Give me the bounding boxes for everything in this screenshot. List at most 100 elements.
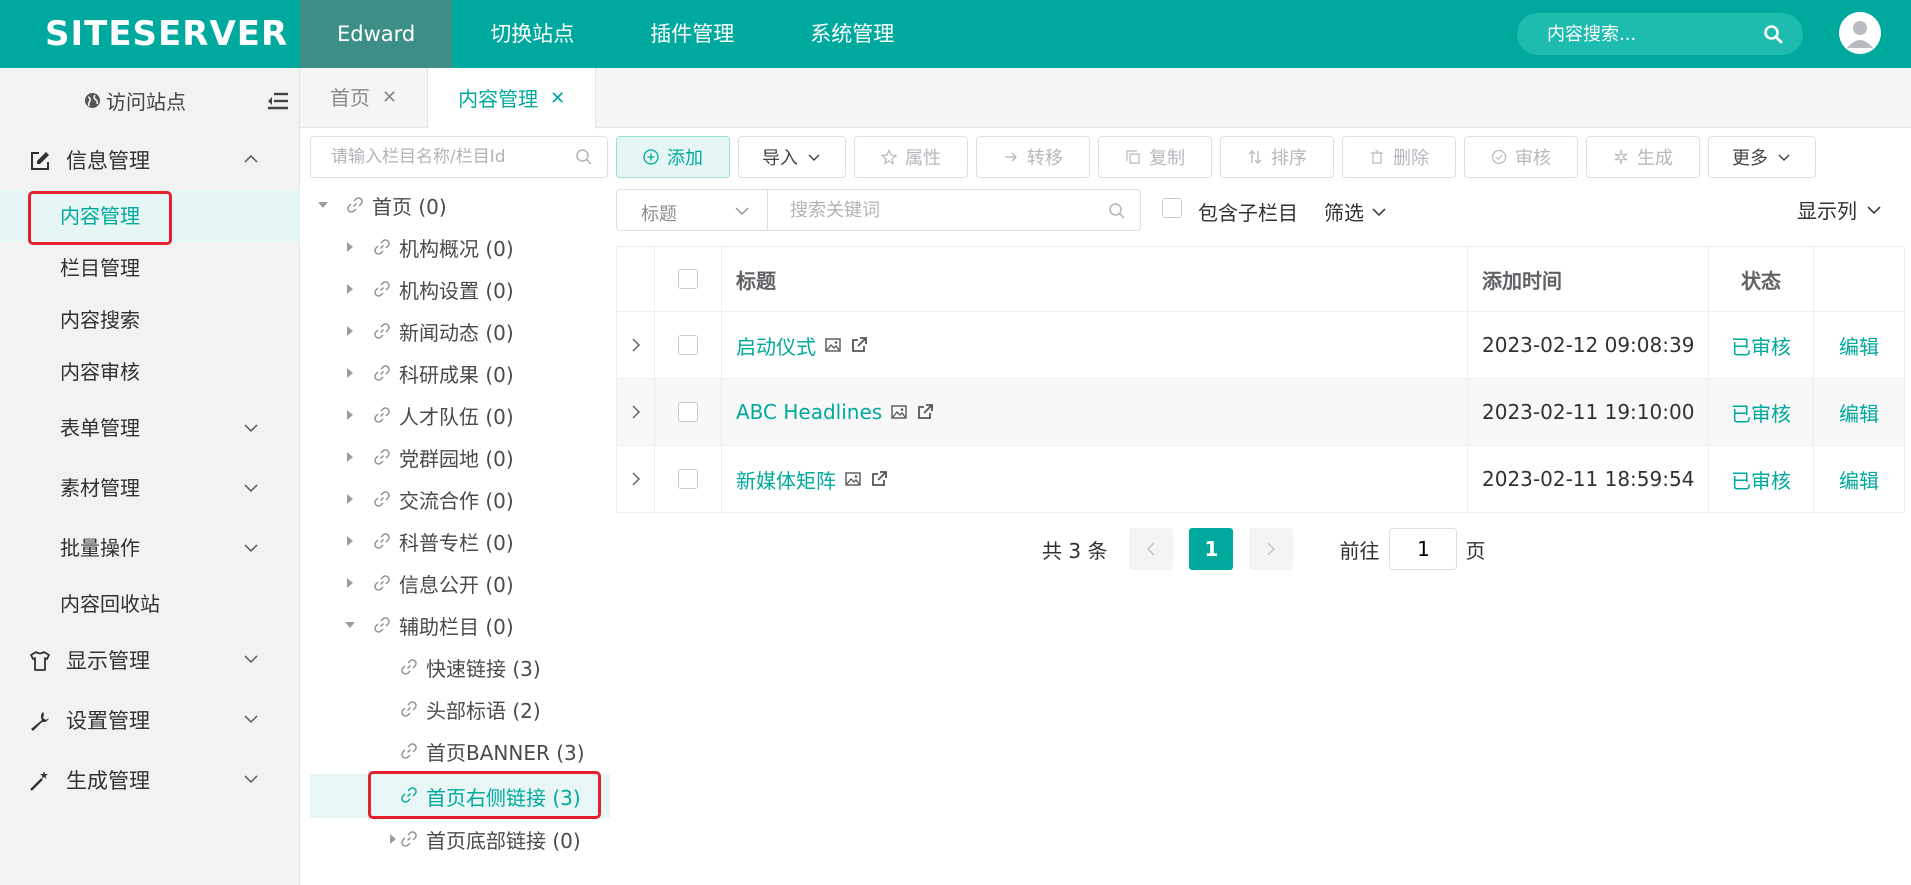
user-avatar[interactable]: [1839, 12, 1881, 54]
sidebar-item-content-manage[interactable]: 内容管理: [0, 190, 300, 242]
tree-node-header-slogan[interactable]: 头部标语 (2): [310, 688, 610, 730]
table-row[interactable]: ABC Headlines 2023-02-11 19:10:00 已审核 编辑: [617, 379, 1905, 446]
search-icon[interactable]: [575, 148, 593, 166]
more-button[interactable]: 更多: [1708, 136, 1816, 178]
menu-group-settings[interactable]: 设置管理: [0, 690, 300, 750]
tree-node-news[interactable]: 新闻动态 (0): [310, 310, 610, 352]
add-button[interactable]: 添加: [616, 136, 730, 178]
search-icon[interactable]: [1108, 202, 1126, 220]
edit-link[interactable]: 编辑: [1814, 446, 1905, 512]
delete-button[interactable]: 删除: [1342, 136, 1456, 178]
sidebar-item-batch-ops[interactable]: 批量操作: [0, 518, 300, 578]
select-all-checkbox[interactable]: [678, 269, 698, 289]
table-row[interactable]: 新媒体矩阵 2023-02-11 18:59:54 已审核 编辑: [617, 446, 1905, 513]
tree-node-info-public[interactable]: 信息公开 (0): [310, 562, 610, 604]
search-field-select[interactable]: 标题: [616, 189, 768, 231]
external-link-icon[interactable]: [850, 336, 868, 354]
tab-content-manage[interactable]: 内容管理 ✕: [428, 68, 597, 129]
caret-right-icon[interactable]: [345, 452, 355, 462]
screen-dropdown[interactable]: 筛选: [1324, 197, 1386, 226]
header-added-time[interactable]: 添加时间: [1468, 247, 1709, 311]
copy-button[interactable]: 复制: [1098, 136, 1212, 178]
tree-node-party[interactable]: 党群园地 (0): [310, 436, 610, 478]
next-page-button[interactable]: [1249, 528, 1294, 570]
menu-group-display[interactable]: 显示管理: [0, 630, 300, 690]
keyword-search-input[interactable]: [790, 190, 1090, 230]
siteserver-logo[interactable]: SITESERVER: [45, 14, 288, 54]
content-title-link[interactable]: 新媒体矩阵: [736, 465, 836, 494]
tree-node-research[interactable]: 科研成果 (0): [310, 352, 610, 394]
caret-right-icon[interactable]: [345, 578, 355, 588]
header-status[interactable]: 状态: [1709, 247, 1814, 311]
menu-group-generate[interactable]: 生成管理: [0, 750, 300, 810]
chevron-right-icon[interactable]: [631, 338, 641, 352]
content-title-link[interactable]: 启动仪式: [736, 331, 816, 360]
sidebar-item-form-manage[interactable]: 表单管理: [0, 398, 300, 458]
sidebar-item-content-audit[interactable]: 内容审核: [0, 346, 300, 398]
caret-right-icon[interactable]: [345, 326, 355, 336]
channel-search-input[interactable]: [331, 137, 571, 177]
nav-site-edward[interactable]: Edward: [300, 0, 453, 68]
tree-node-org-setup[interactable]: 机构设置 (0): [310, 268, 610, 310]
attributes-button[interactable]: 属性: [854, 136, 968, 178]
import-button[interactable]: 导入: [738, 136, 846, 178]
caret-right-icon[interactable]: [345, 284, 355, 294]
search-icon[interactable]: [1763, 24, 1783, 44]
external-link-icon[interactable]: [870, 470, 888, 488]
audit-button[interactable]: 审核: [1464, 136, 1578, 178]
goto-page-input[interactable]: [1389, 528, 1458, 570]
nav-plugin-manage[interactable]: 插件管理: [612, 0, 772, 68]
tree-node-org-overview[interactable]: 机构概况 (0): [310, 226, 610, 268]
chevron-up-icon: [244, 154, 258, 163]
link-icon: [401, 701, 417, 717]
caret-right-icon[interactable]: [388, 834, 398, 844]
header-title[interactable]: 标题: [722, 247, 1468, 311]
visit-site-link[interactable]: 访问站点: [84, 86, 186, 115]
tree-node-talent[interactable]: 人才队伍 (0): [310, 394, 610, 436]
sidebar-item-recycle[interactable]: 内容回收站: [0, 578, 300, 630]
tree-node-home-right-links[interactable]: 首页右侧链接 (3): [310, 774, 610, 818]
transfer-button[interactable]: 转移: [976, 136, 1090, 178]
caret-right-icon[interactable]: [345, 242, 355, 252]
caret-right-icon[interactable]: [345, 368, 355, 378]
nav-system-manage[interactable]: 系统管理: [772, 0, 932, 68]
tree-node-aux[interactable]: 辅助栏目 (0): [310, 604, 610, 646]
caret-right-icon[interactable]: [345, 536, 355, 546]
tree-node-exchange[interactable]: 交流合作 (0): [310, 478, 610, 520]
close-icon[interactable]: ✕: [382, 68, 397, 128]
nav-switch-site[interactable]: 切换站点: [452, 0, 612, 68]
include-children-checkbox[interactable]: [1162, 198, 1182, 218]
tree-node-quick-links[interactable]: 快速链接 (3): [310, 646, 610, 688]
caret-right-icon[interactable]: [345, 494, 355, 504]
caret-right-icon[interactable]: [345, 410, 355, 420]
close-icon[interactable]: ✕: [550, 69, 565, 129]
prev-page-button[interactable]: [1129, 528, 1174, 570]
tree-node-home-bottom-links[interactable]: 首页底部链接 (0): [310, 818, 610, 860]
tree-node-home[interactable]: 首页 (0): [310, 184, 610, 226]
chevron-right-icon[interactable]: [631, 472, 641, 486]
row-checkbox[interactable]: [678, 469, 698, 489]
menu-group-info[interactable]: 信息管理: [0, 130, 300, 190]
chevron-right-icon[interactable]: [631, 405, 641, 419]
row-checkbox[interactable]: [678, 402, 698, 422]
row-checkbox[interactable]: [678, 335, 698, 355]
page-number-current[interactable]: 1: [1189, 528, 1234, 570]
sidebar-item-content-search[interactable]: 内容搜索: [0, 294, 300, 346]
display-columns-dropdown[interactable]: 显示列: [1797, 195, 1881, 224]
content-title-link[interactable]: ABC Headlines: [736, 400, 882, 424]
sidebar-item-channel-manage[interactable]: 栏目管理: [0, 242, 300, 294]
collapse-menu-icon[interactable]: [267, 92, 289, 110]
table-row[interactable]: 启动仪式 2023-02-12 09:08:39 已审核 编辑: [617, 312, 1905, 379]
caret-down-icon[interactable]: [345, 620, 355, 630]
sidebar-item-material-manage[interactable]: 素材管理: [0, 458, 300, 518]
tree-node-home-banner[interactable]: 首页BANNER (3): [310, 730, 610, 772]
sort-button[interactable]: 排序: [1220, 136, 1334, 178]
edit-link[interactable]: 编辑: [1814, 379, 1905, 445]
content-search-input[interactable]: [1547, 13, 1757, 55]
generate-button[interactable]: 生成: [1586, 136, 1700, 178]
tree-node-science[interactable]: 科普专栏 (0): [310, 520, 610, 562]
edit-link[interactable]: 编辑: [1814, 312, 1905, 378]
external-link-icon[interactable]: [916, 403, 934, 421]
tab-home[interactable]: 首页 ✕: [300, 68, 429, 128]
caret-down-icon[interactable]: [318, 200, 328, 210]
